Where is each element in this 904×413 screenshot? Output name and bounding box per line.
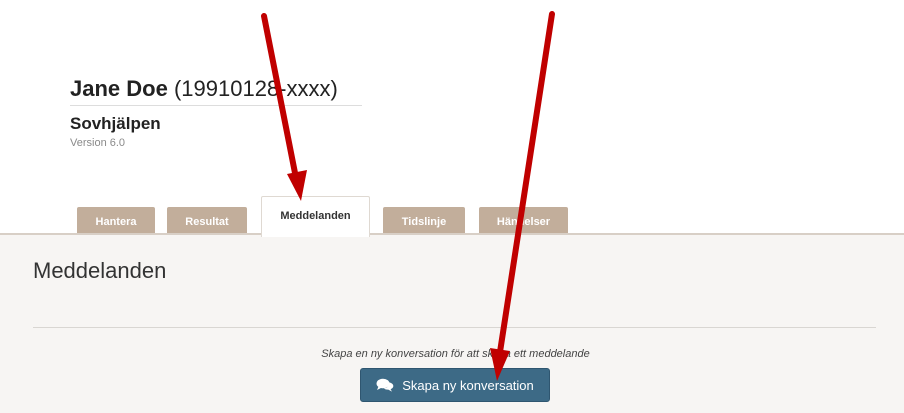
new-conversation-label: Skapa ny konversation: [402, 377, 534, 393]
section-title: Meddelanden: [33, 258, 167, 283]
comments-icon: [376, 378, 394, 392]
program-name: Sovhjälpen: [70, 114, 161, 133]
patient-id: (19910128-xxxx): [173, 76, 338, 101]
patient-header: Jane Doe (19910128-xxxx): [70, 76, 362, 106]
tab-meddelanden[interactable]: Meddelanden: [261, 196, 370, 237]
divider: [33, 327, 876, 328]
patient-title: Jane Doe (19910128-xxxx): [70, 76, 362, 106]
arrow-to-messages-tab: [261, 13, 307, 201]
empty-state-hint: Skapa en ny konversation för att skriva …: [321, 348, 590, 360]
patient-name: Jane Doe: [70, 76, 168, 101]
new-conversation-button[interactable]: Skapa ny konversation: [360, 368, 550, 402]
messages-panel: Meddelanden Skapa en ny konversation för…: [0, 233, 904, 413]
tab-bar: Hantera Resultat Meddelanden Tidslinje H…: [0, 195, 904, 237]
program-version: Version 6.0: [70, 137, 126, 149]
